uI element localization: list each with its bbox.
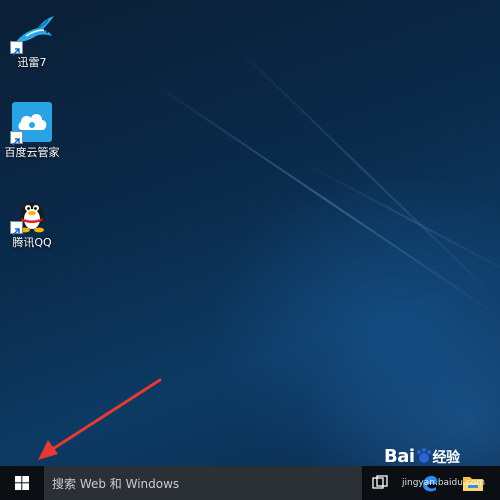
task-view-button[interactable]: [372, 475, 388, 491]
baidu-paw-icon: [416, 448, 431, 463]
annotation-arrow: [38, 378, 162, 460]
windows-start-icon: [15, 476, 29, 490]
start-button[interactable]: [0, 466, 44, 500]
watermark-brand: Bai: [384, 446, 415, 467]
watermark-url: jingyan.baidu.com: [402, 478, 486, 488]
task-view-icon: [372, 475, 388, 489]
search-placeholder: 搜索 Web 和 Windows: [52, 477, 180, 491]
watermark-brand-cn: 经验: [432, 450, 461, 466]
watermark: Bai 经验: [384, 446, 460, 467]
search-box[interactable]: 搜索 Web 和 Windows: [44, 466, 362, 500]
